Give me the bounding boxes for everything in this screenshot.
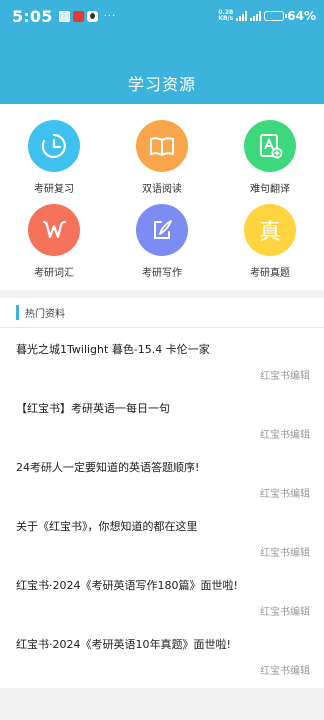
- hot-materials-panel: 热门资料 暮光之城1Twilight 暮色-15.4 卡伦一家 红宝书编辑 【红…: [0, 298, 324, 688]
- grid-item-label: 考研词汇: [34, 268, 74, 279]
- battery-percent: 64%: [287, 9, 316, 23]
- grid-item-bilingual-reading[interactable]: 双语阅读: [108, 120, 216, 195]
- qq-notification-icon: [86, 10, 98, 22]
- app-notification-icon: [72, 10, 84, 22]
- article-item[interactable]: 【红宝书】考研英语一每日一句 红宝书编辑: [0, 387, 324, 446]
- book-icon: [136, 120, 188, 172]
- section-accent-bar: [16, 305, 19, 320]
- article-author: 红宝书编辑: [260, 430, 310, 441]
- article-item[interactable]: 关于《红宝书》，你想知道的都在这里 红宝书编辑: [0, 505, 324, 564]
- more-notifications-icon: ···: [103, 10, 117, 22]
- feature-grid: 考研复习 双语阅读 难句翻译 考研词汇 考研写作 真 考研真题: [0, 104, 324, 290]
- article-title: 红宝书·2024《考研英语写作180篇》面世啦!: [16, 579, 238, 592]
- status-right: 0.28 KB/s 64%: [218, 9, 316, 23]
- grid-item-label: 考研真题: [250, 268, 290, 279]
- grid-item-label: 考研写作: [142, 268, 182, 279]
- article-title: 【红宝书】考研英语一每日一句: [16, 402, 170, 415]
- app-header: 学习资源: [0, 32, 324, 104]
- grid-item-label: 双语阅读: [142, 184, 182, 195]
- network-speed: 0.28 KB/s: [218, 10, 233, 22]
- signal-icon: [250, 11, 262, 21]
- translate-icon: [244, 120, 296, 172]
- grid-item-label: 考研复习: [34, 184, 74, 195]
- battery-icon: [264, 11, 288, 21]
- article-author: 红宝书编辑: [260, 371, 310, 382]
- signal-icon: [236, 11, 248, 21]
- grid-item-label: 难句翻译: [250, 184, 290, 195]
- page-title: 学习资源: [127, 75, 196, 94]
- article-author: 红宝书编辑: [260, 666, 310, 677]
- article-title: 关于《红宝书》，你想知道的都在这里: [16, 520, 198, 533]
- status-bar: 5:05 ··· 0.28 KB/s 64%: [0, 0, 324, 32]
- network-speed-unit: KB/s: [218, 15, 234, 22]
- article-item[interactable]: 暮光之城1Twilight 暮色-15.4 卡伦一家 红宝书编辑: [0, 328, 324, 387]
- grid-item-kaoyan-writing[interactable]: 考研写作: [108, 204, 216, 279]
- status-time: 5:05: [12, 6, 53, 26]
- notification-icons: ···: [58, 10, 117, 22]
- article-item[interactable]: 红宝书·2024《考研英语10年真题》面世啦! 红宝书编辑: [0, 623, 324, 682]
- article-title: 24考研人一定要知道的英语答题顺序!: [16, 461, 200, 474]
- article-author: 红宝书编辑: [260, 607, 310, 618]
- article-item[interactable]: 24考研人一定要知道的英语答题顺序! 红宝书编辑: [0, 446, 324, 505]
- section-title: 热门资料: [25, 309, 65, 320]
- article-item[interactable]: 红宝书·2024《考研英语写作180篇》面世啦! 红宝书编辑: [0, 564, 324, 623]
- gallery-notification-icon: [58, 10, 70, 22]
- grid-item-sentence-translation[interactable]: 难句翻译: [216, 120, 324, 195]
- grid-item-kaoyan-vocabulary[interactable]: 考研词汇: [0, 204, 108, 279]
- real-exam-icon: 真: [244, 204, 296, 256]
- grid-item-kaoyan-review[interactable]: 考研复习: [0, 120, 108, 195]
- article-title: 暮光之城1Twilight 暮色-15.4 卡伦一家: [16, 343, 210, 356]
- article-author: 红宝书编辑: [260, 489, 310, 500]
- letter-w-icon: [28, 204, 80, 256]
- clock-icon: [28, 120, 80, 172]
- article-title: 红宝书·2024《考研英语10年真题》面世啦!: [16, 638, 231, 651]
- pen-icon: [136, 204, 188, 256]
- section-header: 热门资料: [0, 298, 324, 328]
- grid-item-past-exams[interactable]: 真 考研真题: [216, 204, 324, 279]
- article-author: 红宝书编辑: [260, 548, 310, 559]
